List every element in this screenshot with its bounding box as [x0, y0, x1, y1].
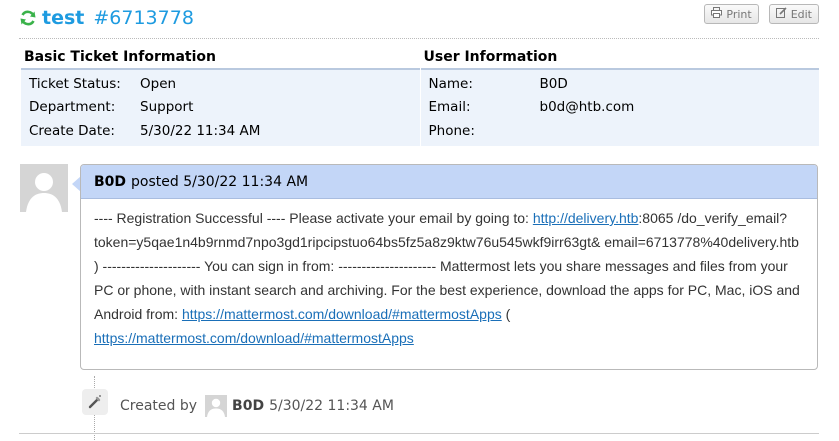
info-label: Email: [428, 99, 471, 116]
user-name-value: B0D [539, 75, 568, 92]
post-text: ---- Registration Successful ---- Please… [94, 210, 533, 226]
edit-icon [775, 7, 787, 21]
event-author: B0D [232, 398, 265, 414]
user-email-value: b0d@htb.com [539, 99, 635, 116]
post-body: ---- Registration Successful ---- Please… [81, 199, 817, 350]
ticket-status-value: Open [140, 75, 177, 92]
edit-label: Edit [790, 7, 812, 21]
created-event: Created by B0D 5/30/22 11:34 AM [120, 395, 394, 417]
basic-info-heading: Basic Ticket Information [21, 46, 420, 70]
print-button[interactable]: Print [704, 4, 759, 24]
edit-button[interactable]: Edit [768, 4, 819, 24]
info-row: Ticket Status: Open [21, 72, 420, 96]
user-info-heading: User Information [420, 46, 819, 70]
mattermost-download-link[interactable]: https://mattermost.com/download/#matterm… [182, 306, 502, 322]
ticket-title[interactable]: test [42, 7, 84, 29]
create-date-value: 5/30/22 11:34 AM [140, 122, 261, 139]
basic-ticket-info: Basic Ticket Information Ticket Status: … [21, 46, 420, 146]
print-label: Print [726, 7, 752, 21]
ticket-number[interactable]: #6713778 [93, 7, 194, 29]
post-header: B0D posted 5/30/22 11:34 AM [81, 165, 817, 199]
info-label: Phone: [428, 122, 475, 139]
info-row: Department: Support [21, 96, 420, 120]
info-label: Department: [29, 99, 116, 116]
header-divider [19, 38, 819, 39]
mattermost-download-link[interactable]: https://mattermost.com/download/#matterm… [94, 330, 414, 346]
bottom-divider [19, 433, 819, 434]
info-row: Email: b0d@htb.com [421, 96, 820, 120]
info-label: Ticket Status: [29, 75, 121, 92]
print-icon [711, 7, 723, 21]
post-text: ( [501, 306, 511, 322]
post-author: B0D [94, 173, 127, 190]
info-row: Name: B0D [421, 72, 820, 96]
info-row: Create Date: 5/30/22 11:34 AM [21, 119, 420, 143]
user-info: User Information Name: B0D Email: b0d@ht… [420, 46, 820, 146]
info-row: Phone: [421, 119, 820, 143]
post-timestamp: posted 5/30/22 11:34 AM [131, 173, 309, 190]
magic-wand-icon [82, 389, 108, 415]
user-avatar [205, 395, 228, 417]
user-info-table: Name: B0D Email: b0d@htb.com Phone: [420, 70, 820, 146]
basic-info-table: Ticket Status: Open Department: Support … [21, 70, 420, 146]
info-label: Create Date: [29, 122, 115, 139]
delivery-link[interactable]: http://delivery.htb [533, 210, 639, 226]
event-time: 5/30/22 11:34 AM [269, 398, 394, 414]
refresh-icon[interactable] [19, 9, 37, 27]
ticket-info: Basic Ticket Information Ticket Status: … [21, 46, 819, 146]
user-avatar [20, 164, 68, 212]
thread-post: B0D posted 5/30/22 11:34 AM ---- Registr… [80, 164, 818, 370]
info-label: Name: [428, 75, 473, 92]
created-by-label: Created by [120, 398, 198, 414]
department-value: Support [140, 99, 194, 116]
ticket-header: test #6713778 Print Edit [19, 4, 819, 34]
